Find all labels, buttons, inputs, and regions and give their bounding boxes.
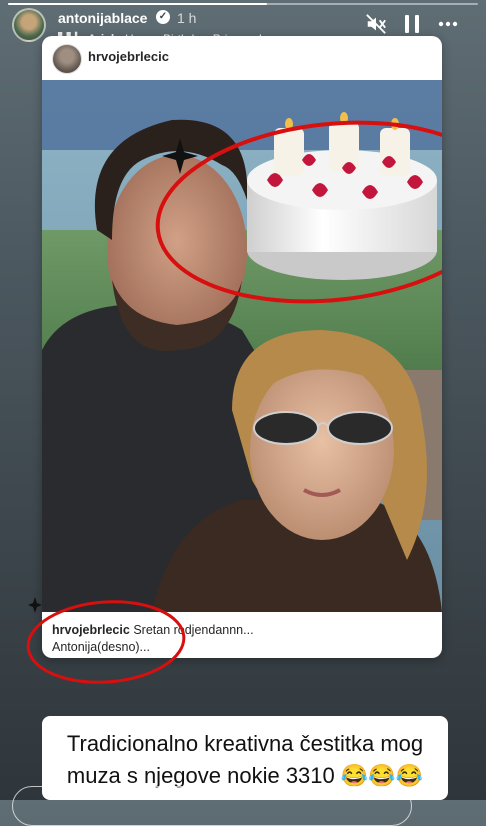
verified-badge-icon: ✓ (156, 10, 170, 24)
post-username[interactable]: hrvojebrlecic (88, 49, 169, 64)
post-header: hrvojebrlecic (42, 36, 442, 80)
story-username[interactable]: antonijablace (58, 10, 147, 26)
post-avatar[interactable] (52, 44, 82, 74)
reply-input[interactable] (12, 786, 412, 826)
small-sparkle-icon (28, 597, 42, 613)
post-photo[interactable] (42, 80, 442, 612)
red-annotation-caption (26, 600, 186, 684)
story-avatar[interactable] (12, 8, 46, 42)
overlay-line-1: Tradicionalno kreativna čestitka mog (66, 731, 424, 756)
story-time: 1 h (177, 10, 197, 26)
cake-sticker-icon (247, 112, 437, 280)
woman-face (250, 360, 394, 540)
shared-post-card[interactable]: hrvojebrlecic hrvojebrlecic Sretan rodje… (42, 36, 442, 658)
